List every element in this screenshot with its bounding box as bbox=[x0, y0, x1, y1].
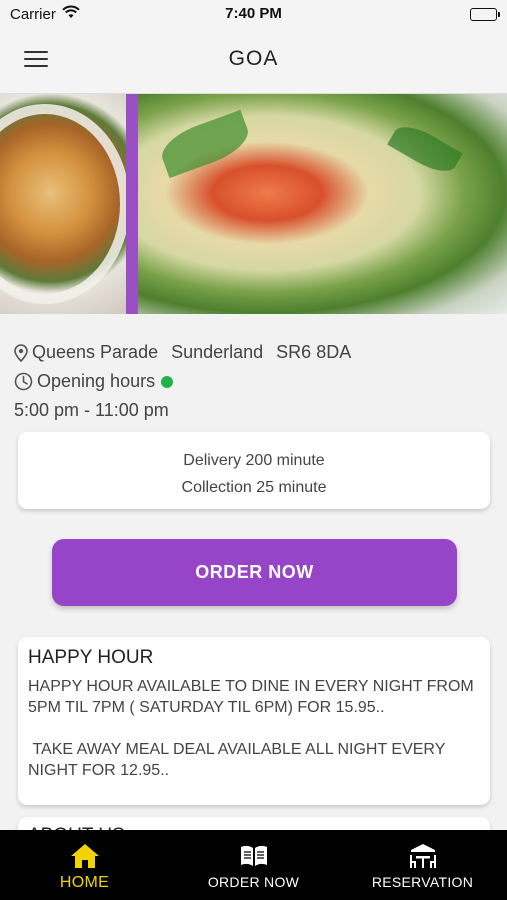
promo-paragraph: TAKE AWAY MEAL DEAL AVAILABLE ALL NIGHT … bbox=[28, 741, 450, 779]
happy-hour-card: HAPPY HOUR HAPPY HOUR AVAILABLE TO DINE … bbox=[18, 637, 490, 805]
tab-reservation-label: RESERVATION bbox=[371, 874, 474, 890]
tab-order-now[interactable]: ORDER NOW bbox=[169, 830, 338, 900]
reservation-table-icon bbox=[338, 842, 507, 870]
status-bar: Carrier 7:40 PM bbox=[0, 0, 507, 30]
delivery-time: Delivery 200 minute bbox=[183, 452, 325, 469]
address-street: Queens Parade bbox=[32, 342, 159, 362]
opening-hours-label: Opening hours bbox=[37, 371, 156, 391]
bottom-tab-bar: HOME ORDER NOW RESERVATION bbox=[0, 830, 507, 900]
tab-order-now-label: ORDER NOW bbox=[207, 874, 300, 890]
top-nav-bar: GOA bbox=[0, 30, 507, 94]
delivery-info-card: Delivery 200 minute Collection 25 minute bbox=[18, 432, 490, 509]
hero-banner-image bbox=[0, 94, 507, 314]
address-city: Sunderland bbox=[171, 342, 264, 362]
clock: 7:40 PM bbox=[225, 5, 282, 22]
home-icon bbox=[0, 842, 169, 870]
promo-body: HAPPY HOUR AVAILABLE TO DINE IN EVERY NI… bbox=[28, 676, 480, 781]
menu-book-icon bbox=[169, 842, 338, 870]
address-row: Queens Parade Sunderland SR6 8DA bbox=[14, 338, 494, 367]
tab-home[interactable]: HOME bbox=[0, 830, 169, 900]
battery-icon bbox=[470, 8, 500, 21]
opening-times: 5:00 pm - 11:00 pm bbox=[14, 400, 169, 420]
opening-times-row: 5:00 pm - 11:00 pm bbox=[14, 396, 494, 425]
hero-divider bbox=[126, 94, 138, 314]
location-pin-icon bbox=[14, 343, 28, 362]
tab-reservation[interactable]: RESERVATION bbox=[338, 830, 507, 900]
opening-hours-row: Opening hours bbox=[14, 367, 494, 396]
promo-title: HAPPY HOUR bbox=[28, 647, 154, 668]
open-status-indicator bbox=[161, 375, 174, 388]
clock-icon bbox=[14, 372, 33, 391]
restaurant-info: Queens Parade Sunderland SR6 8DA Opening… bbox=[14, 338, 494, 425]
collection-time: Collection 25 minute bbox=[181, 479, 327, 496]
page-title: GOA bbox=[228, 47, 279, 70]
order-now-button[interactable]: ORDER NOW bbox=[52, 539, 457, 606]
tab-home-label: HOME bbox=[59, 874, 110, 891]
address-postcode: SR6 8DA bbox=[276, 342, 352, 362]
promo-paragraph: HAPPY HOUR AVAILABLE TO DINE IN EVERY NI… bbox=[28, 678, 474, 716]
